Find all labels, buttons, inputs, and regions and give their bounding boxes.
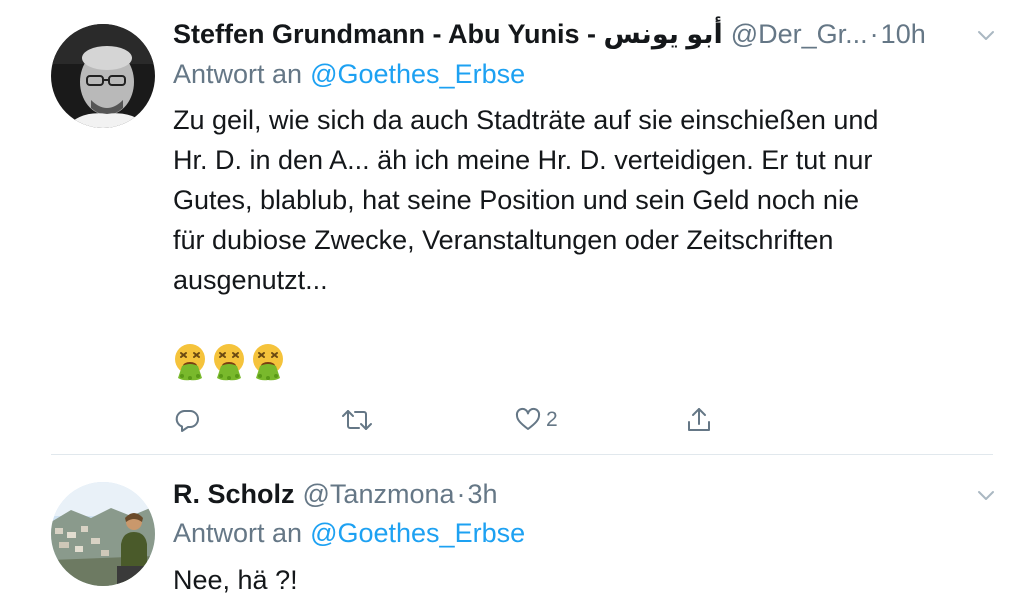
tweet-text-line: Zu geil, wie sich da auch Stadträte auf …: [173, 105, 879, 135]
chevron-down-icon[interactable]: [975, 484, 997, 506]
avatar-photo: [51, 482, 155, 586]
timestamp[interactable]: 3h: [468, 479, 498, 510]
reply-context: Antwort an @Goethes_Erbse: [173, 518, 525, 549]
user-handle[interactable]: @Tanzmona: [303, 479, 455, 510]
like-button[interactable]: 2: [514, 400, 558, 440]
share-button[interactable]: [684, 400, 714, 440]
share-icon: [688, 408, 710, 431]
tweet[interactable]: R. Scholz @Tanzmona · 3h Antwort an @Goet…: [0, 456, 1024, 614]
reply-icon: [175, 410, 199, 432]
reply-button[interactable]: [173, 400, 201, 440]
display-name[interactable]: R. Scholz: [173, 479, 295, 510]
tweet-divider: [51, 454, 993, 455]
separator-dot: ·: [456, 478, 466, 509]
tweet-text: Nee, hä ?!: [173, 560, 1003, 600]
retweet-button[interactable]: [340, 400, 374, 440]
avatar[interactable]: [51, 24, 155, 128]
reply-to-link[interactable]: @Goethes_Erbse: [310, 518, 525, 548]
tweet[interactable]: Steffen Grundmann - Abu Yunis - أبو يونس…: [0, 0, 1024, 455]
tweet-text-line: Hr. D. in den A... äh ich meine Hr. D. v…: [173, 145, 873, 175]
tweet-actions: 2: [0, 400, 1024, 440]
vomiting-face-emoji: [253, 344, 283, 381]
reply-prefix: Antwort an: [173, 59, 303, 89]
tweet-text-line: Gutes, blablub, hat seine Position und s…: [173, 185, 859, 215]
avatar-photo: [51, 24, 155, 128]
retweet-icon: [342, 410, 372, 430]
user-handle[interactable]: @Der_Gr...: [731, 19, 868, 50]
tweet-header: R. Scholz @Tanzmona · 3h: [173, 474, 498, 514]
display-name[interactable]: Steffen Grundmann - Abu Yunis - أبو يونس: [173, 19, 723, 50]
vomiting-face-emoji: [175, 344, 205, 381]
timestamp[interactable]: 10h: [881, 19, 926, 50]
reply-to-link[interactable]: @Goethes_Erbse: [310, 59, 525, 89]
emoji-row: [173, 342, 285, 382]
vomiting-face-emoji: [214, 344, 244, 381]
heart-icon: [515, 407, 541, 430]
tweet-text: Zu geil, wie sich da auch Stadträte auf …: [173, 100, 1003, 300]
reply-prefix: Antwort an: [173, 518, 303, 548]
tweet-text-line: Nee, hä ?!: [173, 565, 298, 595]
reply-context: Antwort an @Goethes_Erbse: [173, 59, 525, 90]
avatar[interactable]: [51, 482, 155, 586]
tweet-text-line: ausgenutzt...: [173, 265, 328, 295]
chevron-down-icon[interactable]: [975, 24, 997, 46]
tweet-header: Steffen Grundmann - Abu Yunis - أبو يونس…: [173, 14, 926, 54]
separator-dot: ·: [869, 18, 879, 49]
tweet-text-line: für dubiose Zwecke, Veranstaltungen oder…: [173, 225, 834, 255]
like-count: 2: [546, 408, 558, 431]
